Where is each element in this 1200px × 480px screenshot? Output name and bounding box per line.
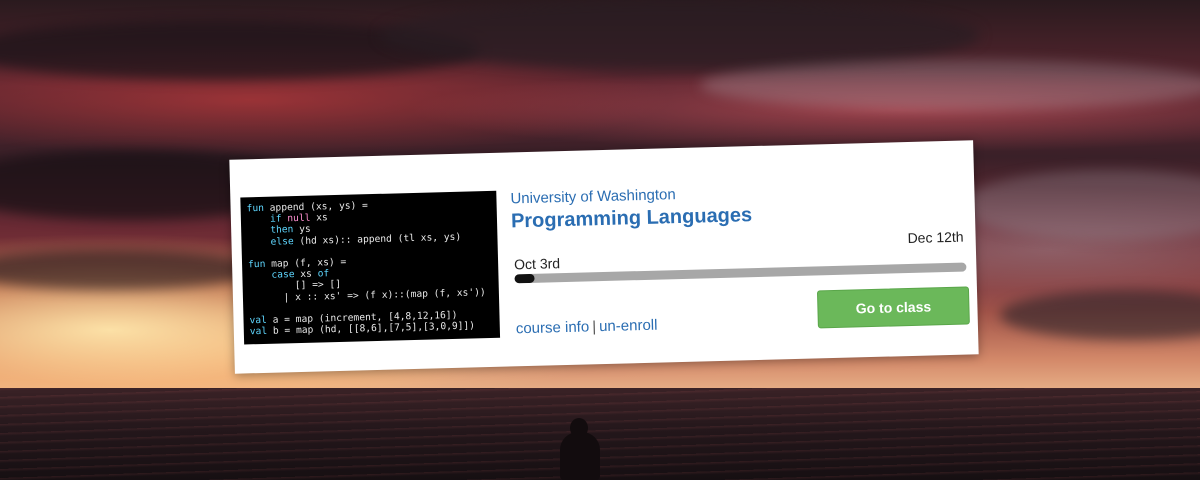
course-progress-fill	[514, 273, 535, 284]
course-thumbnail[interactable]: fun append (xs, ys) = if null xs then ys…	[240, 190, 501, 345]
course-progress-bar	[514, 262, 967, 284]
course-info-link[interactable]: course info	[516, 318, 590, 337]
go-to-class-button[interactable]: Go to class	[816, 286, 970, 329]
cloud	[700, 60, 1200, 110]
institution-name: University of Washington	[510, 186, 676, 208]
sea	[0, 388, 1200, 480]
unenroll-link[interactable]: un-enroll	[599, 317, 658, 336]
code-snippet: fun append (xs, ys) = if null xs then ys…	[240, 191, 500, 338]
end-date: Dec 12th	[907, 228, 964, 247]
cloud	[380, 0, 980, 70]
code-line: if null xs	[269, 212, 328, 225]
silhouette-figure	[560, 432, 600, 480]
course-card: fun append (xs, ys) = if null xs then ys…	[229, 140, 979, 374]
course-links: course info | un-enroll	[516, 317, 658, 338]
start-date: Oct 3rd	[513, 255, 561, 273]
course-title-link[interactable]: Programming Languages	[511, 204, 753, 233]
